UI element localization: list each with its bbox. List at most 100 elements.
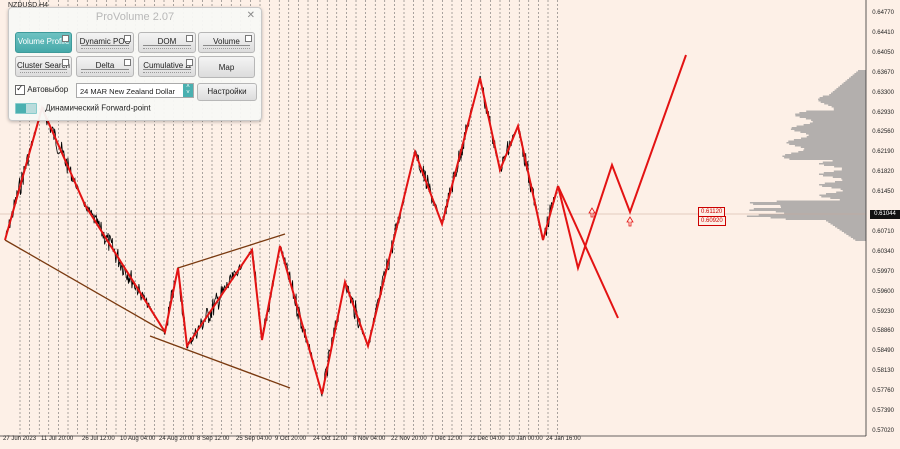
price-tick-label: 0.64410 xyxy=(872,29,894,36)
profile-bar xyxy=(845,80,866,82)
dom-button[interactable]: DOM xyxy=(138,32,196,53)
profile-bar xyxy=(848,235,866,237)
profile-bar xyxy=(828,104,866,106)
profile-bar xyxy=(843,82,866,84)
close-icon[interactable]: ✕ xyxy=(247,10,255,21)
profile-bar xyxy=(841,169,866,171)
edit-icon[interactable] xyxy=(124,59,131,66)
profile-bar xyxy=(794,130,866,132)
profile-bar xyxy=(806,110,866,112)
auto-select-checkbox[interactable]: Автовыбор xyxy=(15,83,68,95)
profile-bar xyxy=(836,191,866,193)
profile-bar xyxy=(786,142,866,144)
date-tick-label: 26 Jul 12:00 xyxy=(82,436,115,442)
forward-point-toggle-row: Динамический Forward-point xyxy=(15,103,151,114)
profile-bar xyxy=(781,206,866,208)
profile-bar xyxy=(833,170,866,172)
edit-icon[interactable] xyxy=(186,35,193,42)
volume-button[interactable]: Volume xyxy=(198,32,255,53)
profile-bar xyxy=(791,127,866,129)
price-tick-label: 0.61450 xyxy=(872,189,894,196)
date-tick-label: 10 Aug 04:00 xyxy=(120,436,156,442)
profile-bar xyxy=(828,221,867,223)
profile-bar xyxy=(831,187,866,189)
profile-bar xyxy=(850,76,866,78)
profile-bar xyxy=(842,179,866,181)
price-tick-label: 0.60710 xyxy=(872,228,894,235)
price-tick-label: 0.64050 xyxy=(872,49,894,56)
profile-bar xyxy=(800,146,866,148)
panel-title: ProVolume 2.07 xyxy=(95,11,175,23)
spinner-arrows-icon[interactable]: ˄ ˅ xyxy=(183,84,193,97)
profile-bar xyxy=(837,227,867,229)
instrument-select[interactable]: 24 MAR New Zealand Dollar ˄ ˅ xyxy=(76,83,194,98)
date-tick-label: 8 Sep 12:00 xyxy=(197,436,230,442)
profile-bar xyxy=(770,217,866,219)
date-tick-label: 7 Dec 12:00 xyxy=(430,436,463,442)
profile-bar xyxy=(822,161,866,163)
profile-bar xyxy=(804,148,866,150)
price-tick-label: 0.64770 xyxy=(872,10,894,16)
price-tick-label: 0.63300 xyxy=(872,89,894,96)
profile-bar xyxy=(818,98,866,100)
profile-bar xyxy=(830,197,866,199)
profile-bar xyxy=(809,122,866,124)
forward-point-toggle[interactable] xyxy=(15,103,37,114)
edit-icon[interactable] xyxy=(62,59,69,66)
volume-profile-button[interactable]: Volume Profile xyxy=(15,32,72,53)
checkbox-icon[interactable] xyxy=(15,83,25,95)
profile-bar xyxy=(854,73,866,75)
price-tick-label: 0.57760 xyxy=(872,388,894,395)
profile-bar xyxy=(776,200,866,202)
profile-bar xyxy=(831,92,866,94)
delta-button[interactable]: Delta xyxy=(76,56,134,77)
cluster-search-button[interactable]: Cluster Search xyxy=(15,56,72,77)
profile-bar xyxy=(823,172,866,174)
profile-bar xyxy=(840,188,866,190)
profile-bar xyxy=(749,202,866,204)
profile-bar xyxy=(824,103,866,105)
current-price-badge: 0.61044 xyxy=(870,210,900,219)
profile-bar xyxy=(820,101,866,103)
profile-bar xyxy=(793,139,866,141)
map-button[interactable]: Map xyxy=(198,56,255,78)
date-tick-label: 8 Nov 04:00 xyxy=(353,436,386,442)
map-label: Map xyxy=(218,63,235,72)
settings-button[interactable]: Настройки xyxy=(197,83,257,101)
profile-bar xyxy=(855,239,867,241)
profile-bar xyxy=(782,155,866,157)
date-tick-label: 9 Oct 20:00 xyxy=(275,436,307,442)
date-tick-label: 25 Sep 04:00 xyxy=(236,436,272,442)
edit-icon[interactable] xyxy=(124,35,131,42)
price-tick-label: 0.59970 xyxy=(872,268,894,275)
cumulative-delta-button[interactable]: Cumulative Δ xyxy=(138,56,196,77)
line-style-icon xyxy=(143,69,191,73)
edit-icon[interactable] xyxy=(62,35,69,42)
edit-icon[interactable] xyxy=(245,35,252,42)
price-tick-label: 0.62560 xyxy=(872,129,894,136)
profile-bar xyxy=(849,77,866,79)
profile-bar xyxy=(823,175,866,177)
profile-bar xyxy=(822,185,866,187)
profile-bar xyxy=(753,203,866,205)
profile-bar xyxy=(841,83,866,85)
profile-bar xyxy=(803,124,866,126)
profile-bar xyxy=(790,128,866,130)
line-style-icon xyxy=(81,69,129,73)
profile-bar xyxy=(833,107,866,109)
profile-bar xyxy=(846,233,867,235)
price-tick-label: 0.57020 xyxy=(872,427,894,434)
edit-icon[interactable] xyxy=(186,59,193,66)
profile-bar xyxy=(800,131,866,133)
price-tick-label: 0.58130 xyxy=(872,368,894,375)
profile-bar xyxy=(819,97,866,99)
instrument-value: 24 MAR New Zealand Dollar xyxy=(80,87,176,96)
price-tick-label: 0.58490 xyxy=(872,348,894,355)
profile-bar xyxy=(789,158,866,160)
price-tick-label: 0.62190 xyxy=(872,149,894,156)
price-tick-label: 0.62930 xyxy=(872,109,894,116)
profile-bar xyxy=(803,149,866,151)
profile-bar xyxy=(841,167,866,169)
dynamic-poc-button[interactable]: Dynamic POC xyxy=(76,32,134,53)
profile-bar xyxy=(839,199,866,201)
